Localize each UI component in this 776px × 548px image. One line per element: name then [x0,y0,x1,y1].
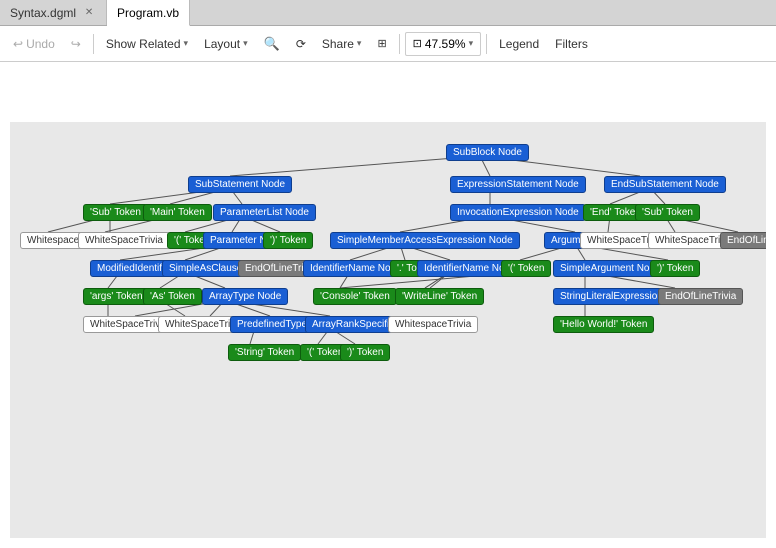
tab-program-label: Program.vb [117,6,179,20]
refresh-button[interactable]: ⟳ [289,30,313,58]
node-paramlist[interactable]: ParameterList Node [213,204,316,221]
diagram-area[interactable]: SubBlock Node SubStatement Node Expression… [10,122,766,538]
undo-button[interactable]: ↩ Undo [6,30,62,58]
search-button[interactable]: 🔍 [257,30,287,58]
node-subblock[interactable]: SubBlock Node [446,144,529,161]
node-writeline_token[interactable]: 'WriteLine' Token [395,288,484,305]
show-related-arrow: ▾ [184,38,189,49]
compare-icon: ⊞ [377,37,386,50]
zoom-button[interactable]: ⊡ 47.59% ▾ [405,32,481,56]
tab-syntax-label: Syntax.dgml [10,6,76,20]
node-t_token4[interactable]: ')' Token [650,260,700,277]
node-t_token3[interactable]: '(' Token [501,260,551,277]
legend-label: Legend [499,37,539,51]
node-helloworld_token[interactable]: 'Hello World!' Token [553,316,654,333]
node-sub_token2[interactable]: 'Sub' Token [635,204,700,221]
node-args_token[interactable]: 'args' Token [83,288,150,305]
node-as_token[interactable]: 'As' Token [143,288,202,305]
tab-bar: Syntax.dgml ✕ Program.vb [0,0,776,26]
zoom-icon: ⊡ [413,37,422,50]
node-t_token6[interactable]: ')' Token [340,344,390,361]
node-endsubstatement[interactable]: EndSubStatement Node [604,176,726,193]
layout-arrow: ▾ [243,38,248,49]
filters-label: Filters [555,37,588,51]
node-arraytype[interactable]: ArrayType Node [202,288,288,305]
zoom-label: 47.59% [425,37,466,51]
undo-label: Undo [26,37,55,51]
legend-button[interactable]: Legend [492,30,546,58]
node-invocationexpr[interactable]: InvocationExpression Node [450,204,586,221]
show-related-button[interactable]: Show Related ▾ [99,30,195,58]
canvas: SubBlock Node SubStatement Node Expression… [10,122,766,538]
zoom-arrow: ▾ [469,38,474,49]
redo-button[interactable]: ↪ [64,30,88,58]
search-icon: 🔍 [264,36,280,52]
divider-1 [93,34,94,54]
node-expressionstatement[interactable]: ExpressionStatement Node [450,176,586,193]
node-endoflinetrivia3[interactable]: EndOfLineTrivia [658,288,743,305]
node-sub_token1[interactable]: 'Sub' Token [83,204,148,221]
node-substatement[interactable]: SubStatement Node [188,176,292,193]
compare-button[interactable]: ⊞ [370,30,393,58]
node-string_token[interactable]: 'String' Token [228,344,301,361]
layout-label: Layout [204,37,240,51]
redo-icon: ↪ [71,37,81,51]
main-window: Syntax.dgml ✕ Program.vb ↩ Undo ↪ Show R… [0,0,776,548]
undo-icon: ↩ [13,37,23,51]
node-endoflinetrivia1[interactable]: EndOfLineTrivia [720,232,766,249]
node-whitespacetrivia7[interactable]: WhitespaceTrivia [388,316,478,333]
layout-button[interactable]: Layout ▾ [197,30,255,58]
node-whitespacetrivia2[interactable]: WhiteSpaceTrivia [78,232,170,249]
node-t_token2[interactable]: ')' Token [263,232,313,249]
main-content: SubBlock Node SubStatement Node Expression… [0,62,776,548]
divider-2 [399,34,400,54]
share-button[interactable]: Share ▾ [315,30,369,58]
share-arrow: ▾ [357,38,362,49]
filters-button[interactable]: Filters [548,30,595,58]
node-console_token[interactable]: 'Console' Token [313,288,397,305]
refresh-icon: ⟳ [296,37,306,51]
node-simplememberaccess[interactable]: SimpleMemberAccessExpression Node [330,232,520,249]
show-related-label: Show Related [106,37,181,51]
toolbar: ↩ Undo ↪ Show Related ▾ Layout ▾ 🔍 ⟳ Sha… [0,26,776,62]
tab-syntax-close[interactable]: ✕ [82,6,96,20]
divider-3 [486,34,487,54]
node-main_token[interactable]: 'Main' Token [143,204,212,221]
tab-program[interactable]: Program.vb [107,0,190,26]
share-label: Share [322,37,354,51]
tab-syntax[interactable]: Syntax.dgml ✕ [0,0,107,25]
